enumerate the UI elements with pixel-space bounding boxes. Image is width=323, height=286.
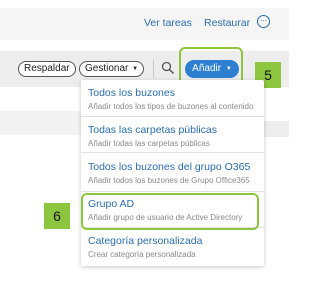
menu-item-title: Todos los buzones: [88, 87, 175, 99]
menu-divider: [81, 152, 264, 153]
more-options-icon[interactable]: ···: [257, 15, 270, 28]
menu-item-all-public-folders[interactable]: Todas las carpetas públicas Añadir todas…: [81, 124, 264, 160]
menu-item-custom-category[interactable]: Categoría personalizada Crear categoría …: [81, 235, 264, 271]
search-icon[interactable]: [161, 61, 175, 75]
step-badge-6: 6: [44, 203, 70, 229]
restore-link[interactable]: Restaurar: [204, 17, 250, 29]
content-header-band-right: [264, 121, 289, 137]
menu-divider: [81, 116, 264, 117]
gestionar-button[interactable]: Gestionar ▼: [79, 61, 145, 77]
menu-divider: [81, 191, 264, 192]
menu-item-title: Todos los buzones del grupo O365: [88, 161, 251, 173]
content-header-band: [0, 111, 82, 135]
toolbar-divider: [153, 60, 154, 78]
ad-group-highlight: [81, 193, 259, 230]
menu-item-desc: Añadir todos los buzones de Grupo Office…: [88, 176, 250, 185]
respaldar-label: Respaldar: [24, 63, 70, 74]
respaldar-button[interactable]: Respaldar: [18, 61, 76, 77]
chevron-down-icon: ▼: [132, 66, 139, 72]
menu-item-desc: Añadir todos los tipos de buzones al con…: [88, 102, 254, 111]
view-tasks-link[interactable]: Ver tareas: [144, 17, 192, 29]
menu-item-title: Todas las carpetas públicas: [88, 124, 217, 136]
menu-item-desc: Añadir todas las carpetas públicas: [88, 139, 210, 148]
menu-item-desc: Crear categoría personalizada: [88, 250, 196, 259]
menu-item-all-mailboxes[interactable]: Todos los buzones Añadir todos los tipos…: [81, 87, 264, 123]
add-dropdown-menu: Todos los buzones Añadir todos los tipos…: [81, 80, 264, 266]
gestionar-label: Gestionar: [85, 63, 129, 74]
menu-item-title: Categoría personalizada: [88, 235, 203, 247]
